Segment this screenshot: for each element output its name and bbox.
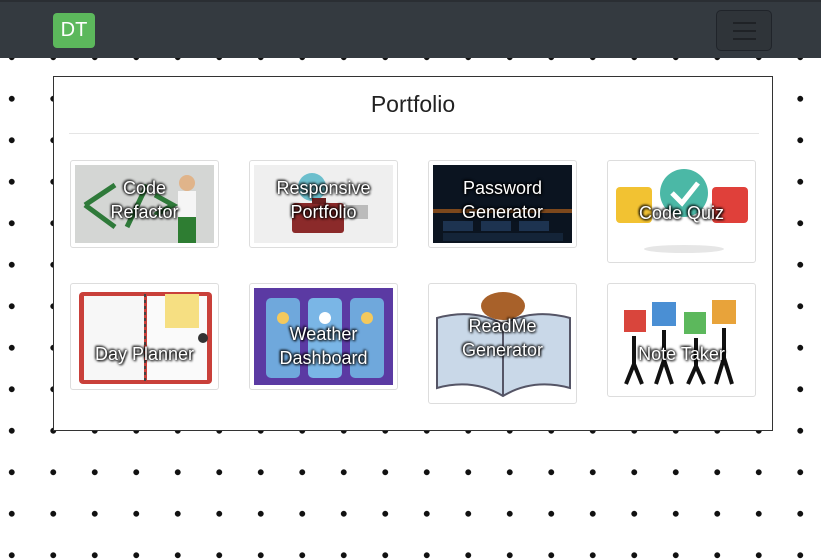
project-title: Code Refactor	[110, 178, 179, 222]
navbar: DT	[0, 0, 821, 58]
portfolio-panel: Portfolio Code Refactor Responsive Portf…	[53, 76, 773, 431]
project-card-weather-dashboard[interactable]: Weather Dashboard	[249, 283, 398, 390]
project-card-responsive-portfolio[interactable]: Responsive Portfolio	[249, 160, 398, 248]
project-title: Code Quiz	[638, 203, 725, 223]
project-card-code-refactor[interactable]: Code Refactor	[70, 160, 219, 248]
project-title: Note Taker	[638, 344, 725, 364]
project-title: Weather Dashboard	[279, 324, 368, 368]
day-planner-thumbnail	[75, 288, 214, 385]
project-title: Password Generator	[461, 178, 544, 222]
project-card-code-quiz[interactable]: Code Quiz	[607, 160, 756, 263]
project-card-readme-generator[interactable]: ReadMe Generator	[428, 283, 577, 404]
portfolio-title: Portfolio	[370, 91, 456, 117]
project-card-note-taker[interactable]: Note Taker	[607, 283, 756, 397]
note-taker-thumbnail	[612, 288, 751, 392]
project-title: Responsive Portfolio	[276, 178, 371, 222]
navbar-toggle-button[interactable]	[716, 10, 772, 51]
brand-logo[interactable]: DT	[53, 13, 95, 48]
title-divider	[69, 133, 759, 134]
project-title: ReadMe Generator	[461, 316, 544, 360]
project-title: Day Planner	[94, 344, 195, 364]
project-card-day-planner[interactable]: Day Planner	[70, 283, 219, 390]
project-card-password-generator[interactable]: Password Generator	[428, 160, 577, 248]
